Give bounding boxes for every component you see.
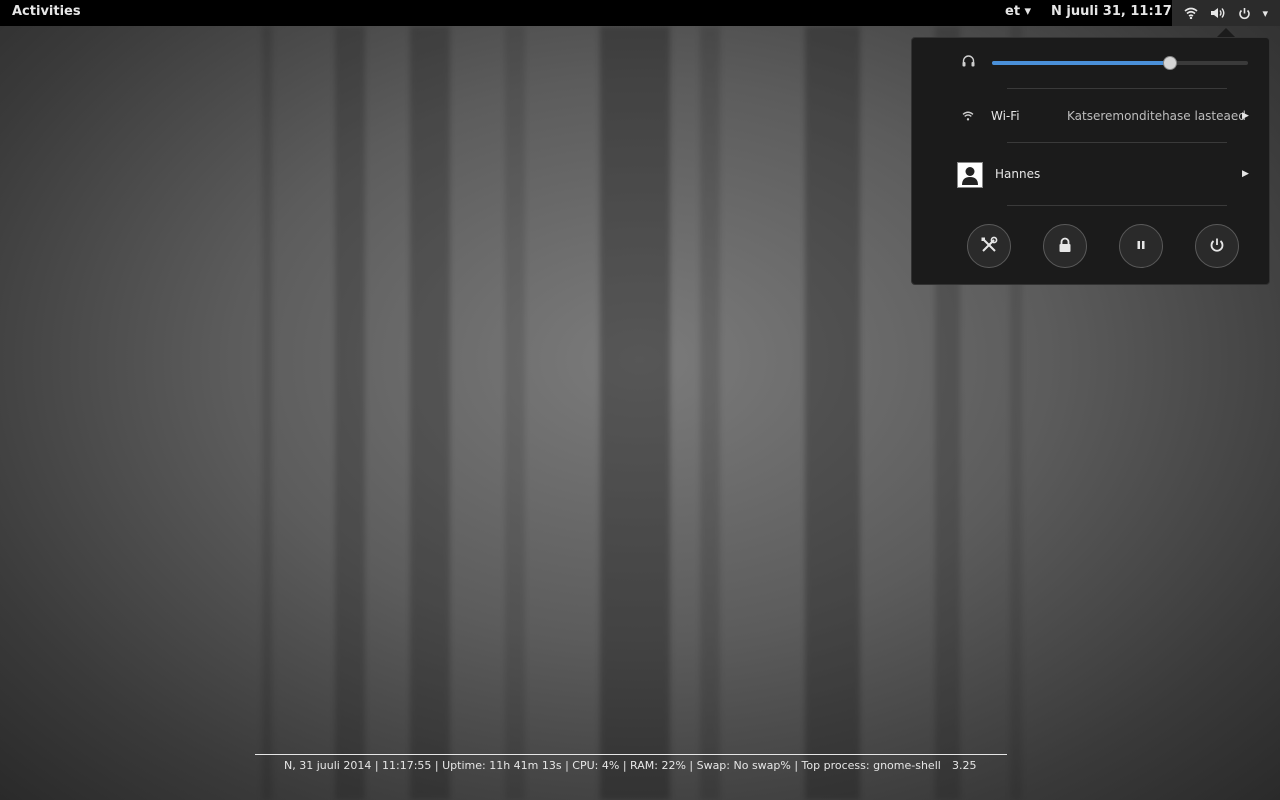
system-status-area[interactable]: ▾ xyxy=(1172,0,1280,26)
user-menu-item[interactable]: Hannes ▶ xyxy=(912,160,1269,190)
submenu-arrow-icon: ▶ xyxy=(1242,169,1249,179)
separator xyxy=(1007,205,1227,206)
wifi-icon xyxy=(1184,7,1198,19)
wifi-network-name: Katseremonditehase lasteaed xyxy=(1067,109,1246,123)
chevron-down-icon: ▾ xyxy=(1262,6,1269,20)
suspend-button[interactable] xyxy=(1119,224,1163,268)
wifi-icon xyxy=(962,110,974,124)
volume-row xyxy=(912,52,1269,72)
system-monitor-text: N, 31 juuli 2014 | 11:17:55 | Uptime: 11… xyxy=(284,759,941,772)
power-off-button[interactable] xyxy=(1195,224,1239,268)
top-bar: Activities et ▾ N juuli 31, 11:17:56 ▾ xyxy=(0,0,1280,26)
settings-button[interactable] xyxy=(967,224,1011,268)
power-icon xyxy=(1238,7,1251,20)
system-menu: Wi-Fi Katseremonditehase lasteaed ▶ Hann… xyxy=(911,37,1270,285)
volume-slider-handle[interactable] xyxy=(1162,56,1177,70)
separator xyxy=(1007,88,1227,89)
version-label: 3.25 xyxy=(952,759,977,772)
wifi-label: Wi-Fi xyxy=(991,109,1020,123)
keyboard-layout-indicator[interactable]: et ▾ xyxy=(1005,4,1031,19)
volume-slider[interactable] xyxy=(992,56,1248,70)
activities-button[interactable]: Activities xyxy=(12,4,81,19)
headphones-icon xyxy=(962,55,975,70)
wifi-menu-item[interactable]: Wi-Fi Katseremonditehase lasteaed ▶ xyxy=(912,106,1269,128)
submenu-arrow-icon: ▶ xyxy=(1242,111,1249,121)
separator xyxy=(1007,142,1227,143)
status-line-divider xyxy=(255,754,1007,755)
lock-icon xyxy=(1058,237,1072,256)
power-icon xyxy=(1209,237,1225,256)
avatar-icon xyxy=(957,162,983,188)
volume-slider-fill xyxy=(992,61,1169,65)
system-actions xyxy=(912,224,1269,270)
user-name: Hannes xyxy=(995,167,1041,181)
lock-button[interactable] xyxy=(1043,224,1087,268)
settings-tools-icon xyxy=(980,236,998,257)
volume-icon xyxy=(1210,7,1226,19)
pause-icon xyxy=(1136,239,1146,253)
